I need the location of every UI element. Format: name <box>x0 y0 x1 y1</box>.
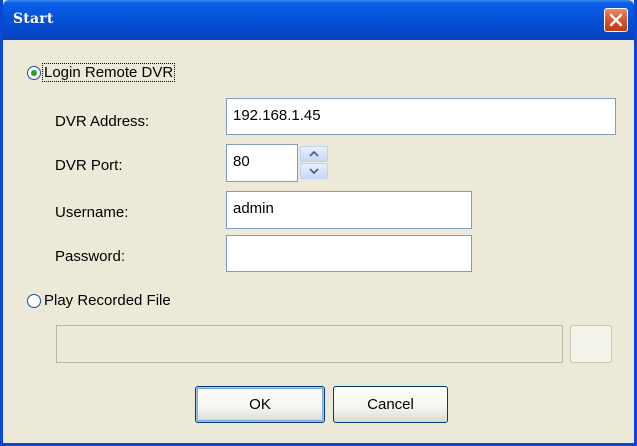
play-recorded-radio[interactable]: Play Recorded File <box>27 292 172 309</box>
play-recorded-radio-circle[interactable] <box>27 293 41 308</box>
radio-selected-dot <box>31 69 37 76</box>
dvr-address-input[interactable]: 192.168.1.45 <box>226 98 616 135</box>
ok-button[interactable]: OK <box>195 386 325 423</box>
title-bar[interactable]: Start <box>3 0 634 40</box>
port-increment-button[interactable] <box>300 146 328 162</box>
play-recorded-label: Play Recorded File <box>44 292 171 309</box>
password-label: Password: <box>55 248 126 265</box>
cancel-button[interactable]: Cancel <box>333 386 448 423</box>
username-input[interactable]: admin <box>226 191 472 229</box>
close-button[interactable] <box>604 8 628 32</box>
dvr-port-label: DVR Port: <box>55 157 123 174</box>
username-label: Username: <box>55 204 129 221</box>
password-input[interactable] <box>226 235 472 272</box>
chevron-up-icon <box>309 150 319 157</box>
chevron-down-icon <box>309 168 319 175</box>
login-remote-label: Login Remote DVR <box>41 63 176 82</box>
start-dialog: Start Login Remote DVR DVR Address: 192.… <box>0 0 637 446</box>
browse-file-button[interactable] <box>570 325 612 363</box>
recorded-file-path-input[interactable] <box>56 325 563 363</box>
login-remote-radio[interactable]: Login Remote DVR <box>27 63 176 82</box>
dvr-port-stepper[interactable] <box>300 146 328 179</box>
dvr-address-label: DVR Address: <box>55 113 150 130</box>
close-icon <box>609 13 623 27</box>
dvr-port-input[interactable]: 80 <box>226 144 298 182</box>
window-title: Start <box>13 11 54 27</box>
port-decrement-button[interactable] <box>300 163 328 179</box>
login-remote-radio-circle[interactable] <box>27 65 41 80</box>
